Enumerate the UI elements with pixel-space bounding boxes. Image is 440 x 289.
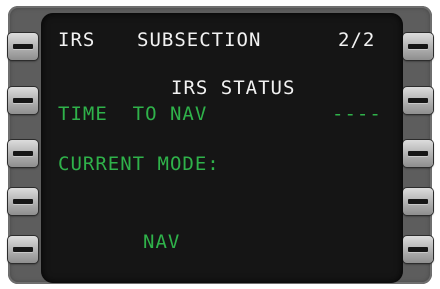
key-bar-icon	[408, 151, 428, 156]
lsk-left-3-button[interactable]	[8, 140, 38, 167]
time-to-nav-value: ----	[332, 103, 382, 125]
section-heading: IRS STATUS	[171, 77, 296, 99]
cdu-display: IRS SUBSECTION 2/2 IRS STATUS TIME TO NA…	[41, 13, 403, 283]
current-mode-value: NAV	[143, 231, 181, 253]
key-bar-icon	[408, 247, 428, 252]
lsk-right-3-button[interactable]	[403, 140, 433, 167]
time-to-nav-label: TIME TO NAV	[58, 103, 208, 125]
current-mode-label: CURRENT MODE:	[58, 153, 220, 175]
lsk-right-5-button[interactable]	[403, 236, 433, 263]
key-bar-icon	[13, 151, 33, 156]
key-bar-icon	[408, 98, 428, 103]
lsk-right-1-button[interactable]	[403, 33, 433, 60]
lsk-right-4-button[interactable]	[403, 188, 433, 215]
title-left: IRS	[58, 29, 96, 51]
page-number: 2/2	[338, 29, 376, 51]
lsk-left-4-button[interactable]	[8, 188, 38, 215]
key-bar-icon	[408, 199, 428, 204]
key-bar-icon	[408, 44, 428, 49]
key-bar-icon	[13, 44, 33, 49]
key-bar-icon	[13, 199, 33, 204]
page-title: SUBSECTION	[137, 29, 262, 51]
lsk-left-2-button[interactable]	[8, 87, 38, 114]
key-bar-icon	[13, 247, 33, 252]
lsk-right-2-button[interactable]	[403, 87, 433, 114]
key-bar-icon	[13, 98, 33, 103]
lsk-left-1-button[interactable]	[8, 33, 38, 60]
lsk-left-5-button[interactable]	[8, 236, 38, 263]
